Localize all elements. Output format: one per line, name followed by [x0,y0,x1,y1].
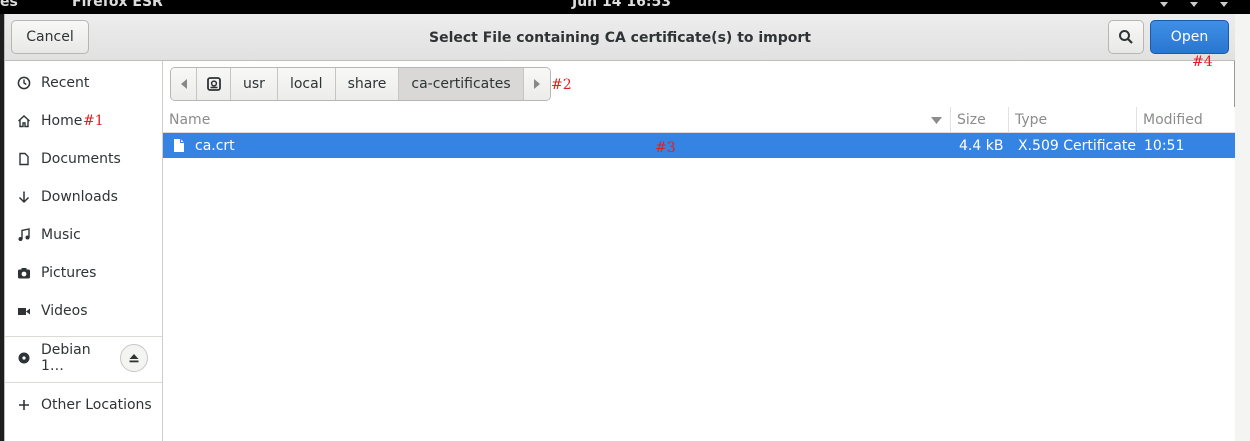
system-top-bar: es Firefox ESR Jun 14 16:53 [0,0,1250,14]
cancel-button[interactable]: Cancel [11,20,89,54]
path-scroll-left-button[interactable] [171,68,197,100]
dialog-header: Cancel Select File containing CA certifi… [5,14,1235,61]
sidebar-item-label: Debian 1… [41,342,91,374]
annotation-mark-4: #4 [1192,54,1213,70]
arrow-right-icon [533,79,540,89]
sidebar-item-videos[interactable]: Videos [5,292,162,330]
search-icon [1119,30,1133,44]
disc-icon [17,351,31,365]
annotation-mark-3: #3 [655,140,676,156]
eject-icon [129,354,139,363]
dialog-title: Select File containing CA certificate(s)… [428,29,811,46]
file-modified: 10:51 [1144,137,1185,154]
path-segment-share[interactable]: share [335,68,400,100]
table-row[interactable]: ca.crt 4.4 kB X.509 Certificate 10:51 [163,133,1235,158]
sidebar-item-label: Videos [41,303,88,319]
sidebar-item-music[interactable]: Music [5,216,162,254]
arrow-left-icon [180,79,187,89]
home-icon [17,114,31,128]
search-button[interactable] [1108,20,1144,54]
volume-icon [1190,2,1198,7]
column-header-name[interactable]: Name [163,107,951,133]
path-scroll-right-button[interactable] [523,68,550,100]
sidebar-item-label: Other Locations [41,397,152,413]
video-icon [17,304,31,318]
column-header-type[interactable]: Type [1009,107,1137,133]
drive-icon [206,77,221,91]
annotation-mark-2: #2 [551,77,572,93]
sidebar-item-debian-volume[interactable]: Debian 1… [5,339,115,377]
sidebar-item-other-locations[interactable]: Other Locations [5,386,162,424]
file-name: ca.crt [195,137,235,154]
plus-icon [17,398,31,412]
sidebar-item-documents[interactable]: Documents [5,140,162,178]
path-segment-usr[interactable]: usr [231,68,278,100]
annotation-mark-1: #1 [83,113,104,129]
music-icon [17,228,31,242]
power-icon [1220,2,1228,7]
file-type: X.509 Certificate [1018,137,1136,154]
eject-button[interactable] [120,344,148,372]
sidebar-item-recent[interactable]: Recent [5,64,162,102]
sidebar-separator [5,336,162,337]
topbar-status-icons[interactable] [1160,0,1228,14]
path-segment-local[interactable]: local [277,68,336,100]
sidebar-item-pictures[interactable]: Pictures [5,254,162,292]
download-icon [17,190,31,204]
sidebar-item-label: Pictures [41,265,97,281]
document-icon [17,152,31,166]
sort-descending-icon [931,117,942,124]
topbar-app-name[interactable]: Firefox ESR [72,0,163,10]
topbar-fragment: es [0,0,18,10]
file-icon-cell [173,133,185,158]
sidebar-item-label: Downloads [41,189,118,205]
column-header-modified[interactable]: Modified [1137,107,1235,133]
network-icon [1160,2,1168,7]
column-header-name-label: Name [169,112,211,128]
camera-icon [17,266,31,280]
file-size: 4.4 kB [959,137,1004,154]
clock-icon [17,76,31,90]
open-button[interactable]: Open [1150,20,1229,54]
path-root-button[interactable] [197,68,231,100]
path-bar: usr local share ca-certificates [170,67,551,101]
sidebar-item-label: Documents [41,151,121,167]
file-list: Name Size Type Modified ca.crt 4.4 kB X.… [163,107,1235,441]
background-window-edge [1234,14,1250,441]
file-chooser-dialog: Cancel Select File containing CA certifi… [4,14,1235,441]
column-header-row: Name Size Type Modified [163,107,1235,133]
sidebar-item-label: Music [41,227,81,243]
sidebar-item-label: Recent [41,75,90,91]
sidebar-separator [5,382,162,383]
sidebar-item-label: Home [41,113,83,129]
column-header-size[interactable]: Size [951,107,1009,133]
sidebar-item-downloads[interactable]: Downloads [5,178,162,216]
topbar-clock[interactable]: Jun 14 16:53 [572,0,671,10]
path-segment-ca-certificates[interactable]: ca-certificates [399,68,524,100]
file-icon [174,139,184,152]
